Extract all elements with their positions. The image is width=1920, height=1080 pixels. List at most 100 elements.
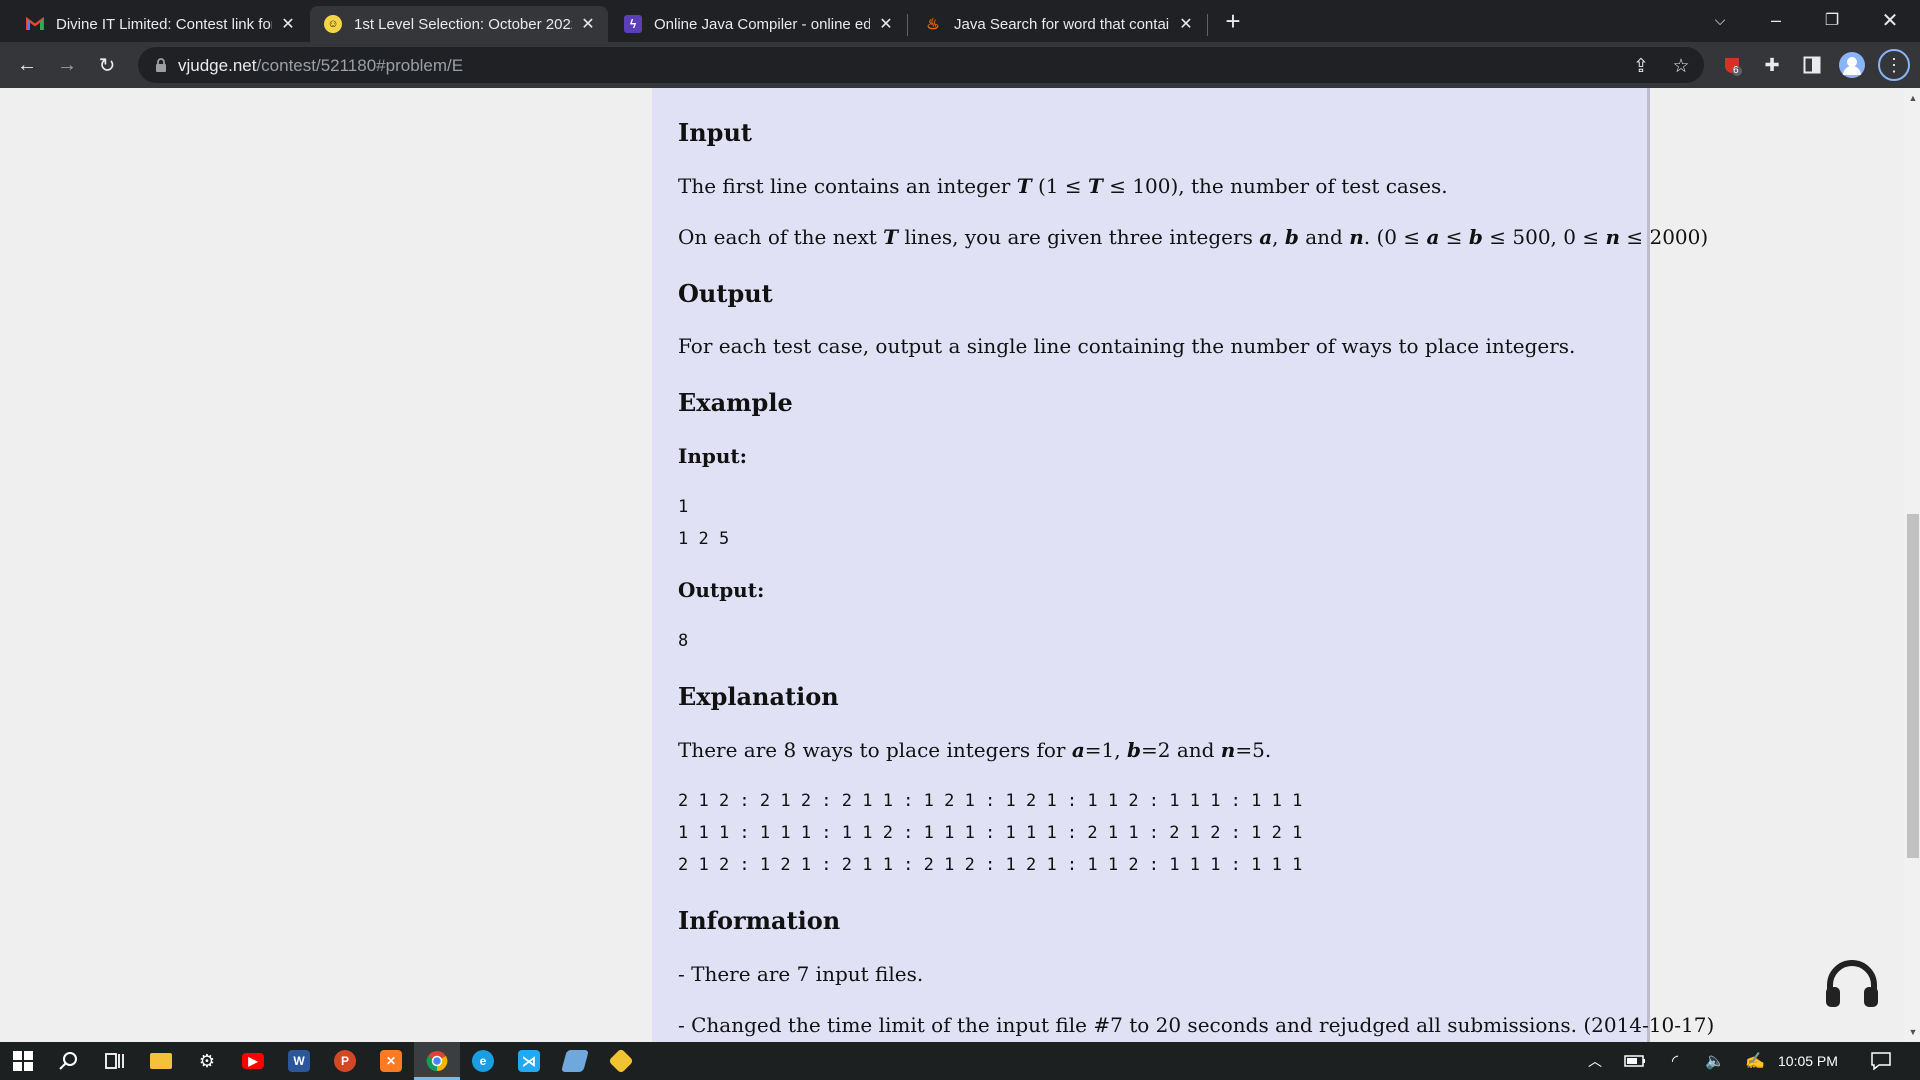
text: lines, you are given three integers xyxy=(898,225,1260,249)
problem-statement: Input The first line contains an integer… xyxy=(652,88,1714,1042)
var-b: b xyxy=(1468,225,1483,249)
file-explorer-icon[interactable] xyxy=(138,1042,184,1080)
notifications-icon[interactable] xyxy=(1858,1042,1904,1080)
headset-support-icon[interactable] xyxy=(1822,955,1882,1015)
xampp-icon[interactable]: ✕ xyxy=(368,1042,414,1080)
example-input-label: Input: xyxy=(678,444,748,468)
pen-icon[interactable]: ✍ xyxy=(1732,1042,1778,1080)
text: , xyxy=(1272,225,1285,249)
output-heading: Output xyxy=(678,279,773,308)
git-icon[interactable] xyxy=(598,1042,644,1080)
extension-badge-icon[interactable]: 6 xyxy=(1718,51,1746,79)
windows-start-icon[interactable] xyxy=(0,1042,46,1080)
tab-title: Divine IT Limited: Contest link for xyxy=(56,15,272,33)
text: ≤ 500, 0 ≤ xyxy=(1482,225,1606,249)
bookmark-star-icon[interactable]: ☆ xyxy=(1670,55,1692,77)
tab-vjudge[interactable]: ☺ 1st Level Selection: October 2022 ✕ xyxy=(310,6,608,42)
explanation-heading: Explanation xyxy=(678,682,839,711)
tab-search-icon[interactable]: ⌵ xyxy=(1692,0,1748,40)
extension-badge-count: 6 xyxy=(1733,65,1739,76)
edge-icon[interactable]: e xyxy=(460,1042,506,1080)
tab-strip: Divine IT Limited: Contest link for ✕ ☺ … xyxy=(0,0,1920,42)
taskbar-clock[interactable]: 10:05 PM xyxy=(1778,1053,1838,1069)
gmail-icon xyxy=(26,15,44,33)
url-text: vjudge.net/contest/521180#problem/E xyxy=(178,56,463,76)
close-icon[interactable]: ✕ xyxy=(1176,14,1196,34)
scrollbar-thumb[interactable] xyxy=(1907,514,1919,858)
tab-java-search[interactable]: ♨ Java Search for word that contain ✕ xyxy=(910,6,1206,42)
explanation-grid-row: 1 1 1 : 1 1 1 : 1 1 2 : 1 1 1 : 1 1 1 : … xyxy=(678,823,1303,843)
tab-gmail[interactable]: Divine IT Limited: Contest link for ✕ xyxy=(12,6,308,42)
explanation-grid-row: 2 1 2 : 2 1 2 : 2 1 1 : 1 2 1 : 1 2 1 : … xyxy=(678,791,1303,811)
youtube-icon[interactable]: ▶ xyxy=(230,1042,276,1080)
var-b: b xyxy=(1284,225,1299,249)
windows-taskbar: ⚙ ▶ W P ✕ e ⋊ ︿ ◜ 🔈 ✍ 10:05 PM xyxy=(0,1042,1920,1080)
profile-avatar[interactable] xyxy=(1838,51,1866,79)
var-a: a xyxy=(1259,225,1273,249)
lock-icon xyxy=(156,58,166,72)
text: and xyxy=(1298,225,1350,249)
input-description-line2: On each of the next T lines, you are giv… xyxy=(678,225,1708,249)
text: There are 8 ways to place integers for xyxy=(678,738,1072,762)
var-T: T xyxy=(883,225,899,249)
vjudge-icon: ☺ xyxy=(324,15,342,33)
text: ≤ 100), the number of test cases. xyxy=(1102,174,1448,198)
text: =5. xyxy=(1235,738,1272,762)
tab-divider xyxy=(907,14,908,36)
reload-button[interactable]: ↻ xyxy=(91,49,123,81)
search-icon[interactable] xyxy=(46,1042,92,1080)
puzzle-icon[interactable]: ✚ xyxy=(1758,51,1786,79)
information-line: - Changed the time limit of the input fi… xyxy=(678,1013,1715,1037)
share-icon[interactable]: ⇪ xyxy=(1630,55,1652,77)
information-line: - There are 7 input files. xyxy=(678,962,924,986)
back-button[interactable]: ← xyxy=(11,49,43,81)
new-tab-button[interactable]: + xyxy=(1218,6,1248,36)
restore-button[interactable]: ❐ xyxy=(1804,0,1860,40)
example-input-line: 1 2 5 xyxy=(678,529,730,549)
browser-toolbar: ← → ↻ vjudge.net/contest/521180#problem/… xyxy=(0,42,1920,88)
var-n: n xyxy=(1605,225,1620,249)
scroll-up-icon[interactable]: ▲ xyxy=(1907,92,1919,104)
var-n: n xyxy=(1349,225,1364,249)
close-icon[interactable]: ✕ xyxy=(876,14,896,34)
menu-kebab-icon[interactable]: ⋮ xyxy=(1878,49,1910,81)
page-scrollbar[interactable]: ▲ ▼ xyxy=(1904,88,1920,1042)
example-input-line: 1 xyxy=(678,497,689,517)
forward-button[interactable]: → xyxy=(51,49,83,81)
word-icon[interactable]: W xyxy=(276,1042,322,1080)
task-view-icon[interactable] xyxy=(92,1042,138,1080)
chrome-icon[interactable] xyxy=(414,1042,460,1080)
example-output-line: 8 xyxy=(678,631,689,651)
java-icon: ♨ xyxy=(926,16,940,33)
scroll-down-icon[interactable]: ▼ xyxy=(1907,1026,1919,1038)
text: =1, xyxy=(1084,738,1127,762)
tab-divider xyxy=(1207,14,1208,36)
text: =2 and xyxy=(1140,738,1221,762)
feather-app-icon[interactable] xyxy=(552,1042,598,1080)
text: On each of the next xyxy=(678,225,884,249)
minimize-button[interactable]: – xyxy=(1748,0,1804,40)
var-a: a xyxy=(1426,225,1440,249)
window-close-button[interactable]: ✕ xyxy=(1862,0,1918,40)
information-heading: Information xyxy=(678,906,841,935)
address-bar[interactable]: vjudge.net/contest/521180#problem/E ⇪ ☆ xyxy=(138,47,1704,83)
explanation-text: There are 8 ways to place integers for a… xyxy=(678,738,1271,762)
settings-gear-icon[interactable]: ⚙ xyxy=(184,1042,230,1080)
tab-title: Java Search for word that contain xyxy=(954,15,1170,33)
example-heading: Example xyxy=(678,388,793,417)
powerpoint-icon[interactable]: P xyxy=(322,1042,368,1080)
close-icon[interactable]: ✕ xyxy=(278,14,298,34)
tab-java-compiler[interactable]: ϟ Online Java Compiler - online ed ✕ xyxy=(610,6,906,42)
vscode-icon[interactable]: ⋊ xyxy=(506,1042,552,1080)
side-panel-icon[interactable] xyxy=(1798,51,1826,79)
tab-title: 1st Level Selection: October 2022 xyxy=(354,15,572,33)
input-heading: Input xyxy=(678,118,752,147)
explanation-grid-row: 2 1 2 : 1 2 1 : 2 1 1 : 2 1 2 : 1 2 1 : … xyxy=(678,855,1303,875)
url-path: /contest/521180#problem/E xyxy=(256,56,464,75)
close-icon[interactable]: ✕ xyxy=(578,14,598,34)
input-description-line1: The first line contains an integer T (1 … xyxy=(678,174,1448,198)
var-a: a xyxy=(1071,738,1085,762)
var-b: b xyxy=(1127,738,1141,762)
text: ≤ xyxy=(1439,225,1469,249)
text: The first line contains an integer xyxy=(678,174,1017,198)
